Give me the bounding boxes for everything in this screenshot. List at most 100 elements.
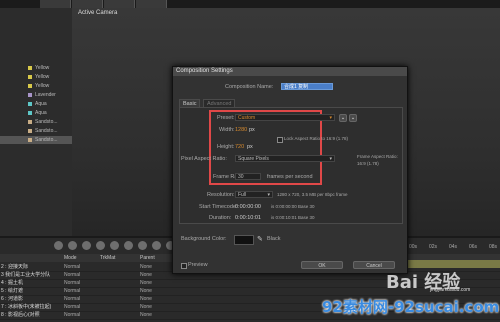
project-item-label: Aqua	[35, 101, 47, 107]
frame-aspect-label: Frame Aspect Ratio:	[357, 154, 398, 159]
layer-parent[interactable]: None	[140, 279, 152, 287]
switch-icon[interactable]	[82, 241, 91, 250]
layer-parent[interactable]: None	[140, 303, 152, 311]
project-item[interactable]: Sandsto...	[0, 118, 72, 126]
project-item[interactable]: Aqua	[0, 109, 72, 117]
viewer-label: Active Camera	[78, 10, 118, 16]
lock-aspect-checkbox[interactable]	[277, 137, 283, 143]
top-tab[interactable]	[40, 0, 71, 8]
project-item[interactable]: Yellow	[0, 64, 72, 72]
layer-mode[interactable]: Normal	[64, 263, 80, 271]
project-item-label: Yellow	[35, 65, 50, 71]
label-color-swatch	[28, 129, 32, 133]
preset-label: Preset:	[217, 115, 235, 121]
width-label: Width:	[219, 127, 235, 133]
project-item[interactable]: Sandsto...	[0, 136, 72, 144]
layer-mode[interactable]: Normal	[64, 271, 80, 279]
chevron-down-icon: ▾	[329, 156, 332, 162]
ruler-tick-label: 02s	[429, 244, 438, 250]
label-color-swatch	[28, 66, 32, 70]
label-color-swatch	[28, 75, 32, 79]
project-item-label: Yellow	[35, 74, 50, 80]
layer-name: 7 : 冰斜板中(未被拉起)	[1, 304, 52, 310]
frame-rate-input[interactable]: 30	[235, 173, 261, 180]
ruler-tick-label: 04s	[449, 244, 458, 250]
layer-parent[interactable]: None	[140, 271, 152, 279]
project-item[interactable]: Sandsto...	[0, 127, 72, 135]
start-timecode-label: Start Timecode:	[199, 204, 238, 210]
col-parent: Parent	[140, 255, 155, 261]
layer-mode[interactable]: Normal	[64, 279, 80, 287]
chevron-down-icon: ▾	[267, 192, 270, 198]
layer-mode[interactable]: Normal	[64, 311, 80, 319]
project-item[interactable]: Lavender	[0, 91, 72, 99]
width-unit: px	[249, 127, 255, 133]
par-value: Square Pixels	[238, 156, 269, 162]
save-preset-icon[interactable]: ▪	[339, 114, 347, 122]
label-color-swatch	[28, 138, 32, 142]
par-label: Pixel Aspect Ratio:	[181, 156, 227, 162]
project-item[interactable]: Yellow	[0, 73, 72, 81]
resolution-value: Full	[238, 192, 247, 198]
duration-value[interactable]: 0:00:10:01	[235, 215, 261, 221]
resolution-info: 1280 x 720, 3.5 MB per 8bpc frame	[277, 192, 348, 197]
project-item-label: Sandsto...	[35, 137, 58, 143]
switch-icon[interactable]	[138, 241, 147, 250]
label-color-swatch	[28, 120, 32, 124]
switch-icon[interactable]	[68, 241, 77, 250]
resolution-select[interactable]: Full ▾	[235, 191, 273, 198]
ruler-tick-label: 08s	[489, 244, 498, 250]
switch-icon[interactable]	[54, 241, 63, 250]
width-value[interactable]: 1280	[235, 127, 247, 133]
project-item-label: Aqua	[35, 110, 47, 116]
switch-icon[interactable]	[152, 241, 161, 250]
label-color-swatch	[28, 111, 32, 115]
preset-select[interactable]: Custom ▾	[235, 114, 335, 121]
par-select[interactable]: Square Pixels ▾	[235, 155, 335, 162]
layer-parent[interactable]: None	[140, 295, 152, 303]
height-unit: px	[247, 144, 253, 150]
col-trkmat: TrkMat	[100, 255, 116, 261]
top-tab[interactable]	[104, 0, 135, 8]
site-watermark: 92素材网-92sucai.com	[322, 298, 500, 316]
project-item-label: Sandsto...	[35, 128, 58, 134]
layer-parent[interactable]: None	[140, 311, 152, 319]
layer-mode[interactable]: Normal	[64, 303, 80, 311]
preview-label: Preview	[188, 262, 208, 268]
ruler-tick-label: 00s	[409, 244, 418, 250]
switch-icon[interactable]	[110, 241, 119, 250]
frame-aspect-value: 16:9 (1.78)	[357, 161, 379, 166]
layer-mode[interactable]: Normal	[64, 287, 80, 295]
preview-checkbox[interactable]	[181, 263, 187, 269]
project-panel: Yellow Yellow Yellow Lavender Aqua Aqua Sandst…	[0, 8, 73, 236]
top-tab[interactable]	[72, 0, 103, 8]
project-item[interactable]: Yellow	[0, 82, 72, 90]
layer-mode[interactable]: Normal	[64, 295, 80, 303]
layer-parent[interactable]: None	[140, 287, 152, 295]
baidu-watermark-sub: jingyan.baidu.com	[430, 287, 471, 293]
layer-parent[interactable]: None	[140, 263, 152, 271]
layer-bar[interactable]	[405, 260, 500, 268]
duration-label: Duration:	[209, 215, 232, 221]
duration-info: is 0:00:10:01 Base 30	[271, 215, 315, 220]
ruler-tick-label: 06s	[469, 244, 478, 250]
project-item-label: Yellow	[35, 83, 50, 89]
switch-icon[interactable]	[124, 241, 133, 250]
comp-name-input[interactable]: 合成1 复制	[281, 83, 333, 90]
label-color-swatch	[28, 102, 32, 106]
start-timecode-value[interactable]: 0:00:00:00	[235, 204, 261, 210]
switch-icon[interactable]	[96, 241, 105, 250]
start-timecode-info: is 0:00:00:00 Base 30	[271, 204, 315, 209]
project-item[interactable]: Aqua	[0, 100, 72, 108]
delete-preset-icon[interactable]: ▪	[349, 114, 357, 122]
bg-color-swatch[interactable]	[234, 235, 254, 245]
time-ruler[interactable]: 00s 02s 04s 06s 08s	[405, 244, 500, 254]
height-value[interactable]: 720	[235, 144, 244, 150]
top-tab[interactable]	[136, 0, 167, 8]
comp-name-label: Composition Name:	[225, 84, 274, 90]
layer-name: 6 : 河道影	[1, 296, 23, 302]
frame-rate-unit: frames per second	[267, 174, 313, 180]
dialog-title: Composition Settings	[173, 67, 407, 76]
eyedropper-icon[interactable]: ✎	[257, 235, 263, 243]
ok-button[interactable]: OK	[301, 261, 343, 269]
